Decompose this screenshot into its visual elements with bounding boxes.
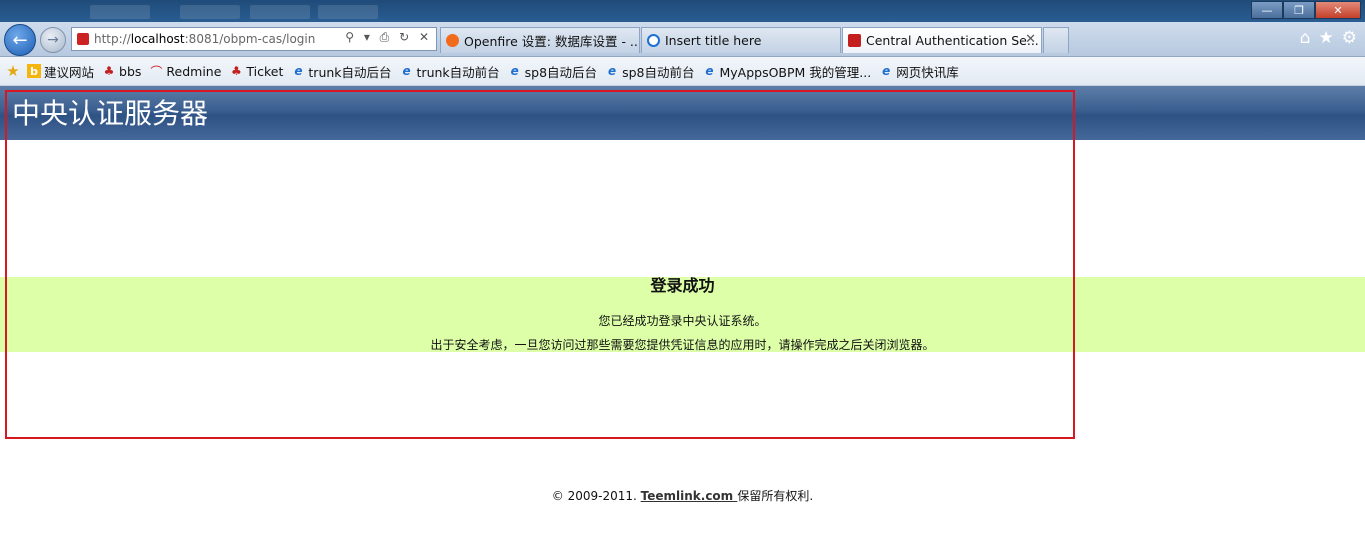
navigation-bar: ← → http://localhost:8081/obpm-cas/login… — [0, 22, 1365, 57]
favorite-label: sp8自动后台 — [524, 64, 598, 80]
favorite-link[interactable]: ♣ bbs — [102, 63, 142, 79]
ie-icon — [647, 34, 660, 47]
url-scheme: http:// — [94, 32, 131, 46]
ie-icon: e — [510, 64, 519, 78]
favorite-link[interactable]: ⌒ Redmine — [149, 64, 221, 79]
cas-favicon-icon — [77, 33, 89, 45]
success-heading: 登录成功 — [650, 276, 715, 295]
ie-icon: e — [402, 64, 411, 78]
favorite-label: 网页快讯库 — [896, 64, 959, 80]
address-tools-icon[interactable]: ⚲ ▾ ⎙ ↻ ✕ — [345, 30, 432, 45]
ie-icon: e — [294, 64, 303, 78]
cas-icon: ♣ — [231, 64, 242, 78]
tab-label: Insert title here — [665, 33, 762, 48]
tab-insert-title[interactable]: Insert title here — [641, 27, 841, 53]
footer-rights: 保留所有权利. — [737, 489, 814, 503]
cas-icon: ♣ — [103, 64, 115, 78]
tab-central-authentication[interactable]: Central Authentication Se... ✕ — [842, 27, 1042, 53]
security-notice: 出于安全考虑，一旦您访问过那些需要您提供凭证信息的应用时，请操作完成之后关闭浏览… — [430, 338, 935, 352]
page-title: 中央认证服务器 — [12, 97, 209, 130]
titlebar-ghost — [180, 5, 240, 19]
close-window-button[interactable]: ✕ — [1315, 1, 1361, 19]
ie-icon: e — [705, 64, 714, 78]
favorites-bar: ★ b 建议网站 ♣ bbs ⌒ Redmine ♣ Ticket e trun… — [0, 57, 1365, 86]
favorite-label: MyAppsOBPM 我的管理... — [719, 64, 872, 80]
add-favorites-star-icon[interactable]: ★ — [6, 62, 20, 80]
home-icon[interactable]: ⌂ — [1300, 28, 1311, 48]
tab-label: Openfire 设置: 数据库设置 - ... — [464, 34, 640, 49]
favorite-link[interactable]: e 网页快讯库 — [879, 62, 959, 81]
highlight-box — [5, 90, 1075, 439]
close-tab-icon[interactable]: ✕ — [1025, 32, 1036, 47]
restore-button[interactable]: ❐ — [1283, 1, 1315, 19]
favorite-link[interactable]: e trunk自动前台 — [400, 62, 500, 81]
teemlink-link[interactable]: Teemlink.com — [641, 489, 738, 503]
favorite-label: Redmine — [166, 63, 222, 79]
gear-icon[interactable]: ⚙ — [1342, 28, 1357, 48]
back-button[interactable]: ← — [4, 24, 36, 56]
toolbar-icons: ⌂ ★ ⚙ — [1300, 28, 1357, 48]
forward-button[interactable]: → — [40, 27, 66, 53]
new-tab-button[interactable] — [1043, 27, 1069, 53]
favorite-link[interactable]: e MyAppsOBPM 我的管理... — [702, 62, 871, 81]
favorite-link[interactable]: ♣ Ticket — [229, 64, 283, 79]
titlebar-ghost — [250, 5, 310, 19]
favorite-label: trunk自动前台 — [416, 64, 500, 80]
window-titlebar: — ❐ ✕ — [0, 0, 1365, 22]
favorite-link[interactable]: e trunk自动后台 — [291, 62, 391, 81]
ie-icon: e — [882, 64, 891, 78]
favorite-label: bbs — [119, 63, 142, 79]
favorite-label: trunk自动后台 — [308, 64, 392, 80]
favorite-label: sp8自动前台 — [622, 64, 695, 80]
ie-icon: e — [607, 64, 617, 78]
favorite-label: 建议网站 — [44, 64, 95, 80]
favorite-link[interactable]: e sp8自动前台 — [605, 62, 694, 81]
url-path: :8081/obpm-cas/login — [184, 32, 316, 46]
bing-icon: b — [27, 64, 41, 78]
openfire-icon — [446, 34, 459, 47]
url-host: localhost — [130, 32, 185, 46]
favorite-link[interactable]: b 建议网站 — [27, 62, 94, 81]
minimize-button[interactable]: — — [1251, 1, 1283, 19]
page-header: 中央认证服务器 — [0, 86, 1365, 140]
favorites-star-icon[interactable]: ★ — [1319, 28, 1334, 48]
page-footer: © 2009-2011. Teemlink.com 保留所有权利. — [0, 487, 1365, 504]
address-bar[interactable]: http://localhost:8081/obpm-cas/login ⚲ ▾… — [71, 27, 437, 51]
favorite-link[interactable]: e sp8自动后台 — [508, 62, 597, 81]
titlebar-ghost — [90, 5, 150, 19]
titlebar-ghost — [318, 5, 378, 19]
tab-label: Central Authentication Se... — [866, 33, 1039, 48]
redmine-icon: ⌒ — [150, 64, 163, 79]
favorite-label: Ticket — [246, 63, 284, 79]
cas-icon — [848, 34, 861, 47]
tab-openfire[interactable]: Openfire 设置: 数据库设置 - ... — [440, 27, 640, 53]
success-message: 您已经成功登录中央认证系统。 — [598, 314, 767, 328]
window-controls: — ❐ ✕ — [1251, 1, 1361, 19]
success-message-panel: 登录成功 您已经成功登录中央认证系统。 出于安全考虑，一旦您访问过那些需要您提供… — [0, 277, 1365, 352]
footer-copyright: © 2009-2011. — [551, 489, 641, 503]
